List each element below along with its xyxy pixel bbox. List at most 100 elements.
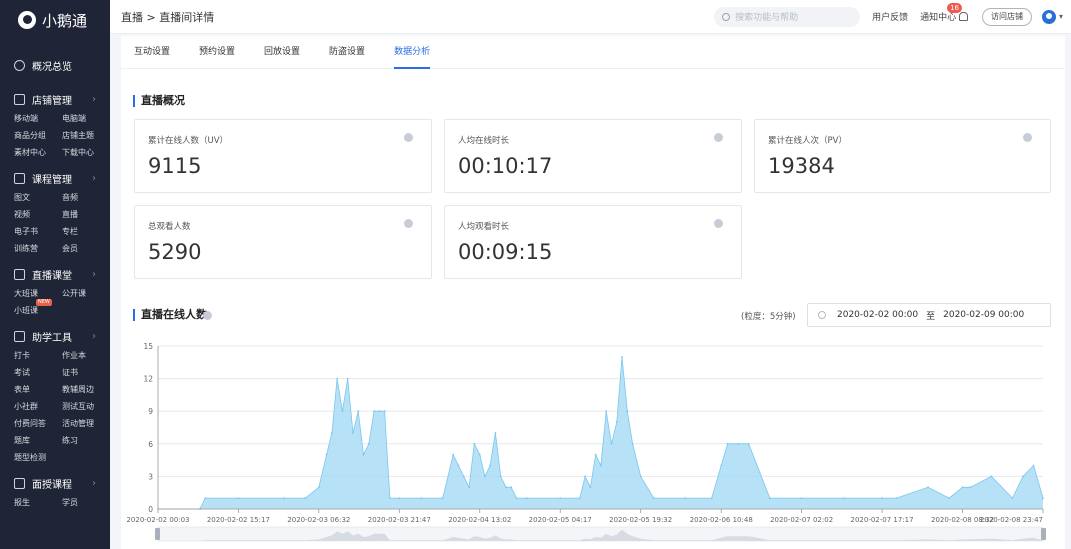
sidebar-item[interactable]: 音频 xyxy=(62,189,110,206)
data-point xyxy=(969,486,972,489)
sidebar-item[interactable]: 证书 xyxy=(62,364,110,381)
info-icon[interactable] xyxy=(404,133,413,142)
data-point xyxy=(961,486,964,489)
data-point xyxy=(352,432,354,434)
range-separator: 至 xyxy=(926,311,936,322)
sidebar-item[interactable]: 活动管理 xyxy=(62,415,110,432)
breadcrumb[interactable]: 直播 > 直播间详情 xyxy=(121,9,214,25)
sidebar-item[interactable]: 素材中心 xyxy=(14,144,62,161)
sidebar-item[interactable]: 作业本 xyxy=(62,347,110,364)
sidebar-section-0[interactable]: 店铺管理 › xyxy=(0,88,110,110)
data-point xyxy=(615,421,618,423)
tab-bar: 互动设置 预约设置 回放设置 防盗设置 数据分析 xyxy=(121,36,1065,69)
sidebar-section-4[interactable]: 面授课程 › xyxy=(0,472,110,494)
sidebar-item[interactable]: 会员 xyxy=(62,240,110,257)
sidebar-item[interactable]: 题库 xyxy=(14,432,62,449)
stat-label: 累计在线人次（PV） xyxy=(768,136,847,146)
sidebar-item[interactable]: 图文 xyxy=(14,189,62,206)
search-input[interactable]: 搜索功能与帮助 xyxy=(714,6,861,27)
feedback-link[interactable]: 用户反馈 xyxy=(872,10,908,23)
sidebar-item[interactable]: 公开课 xyxy=(62,285,110,302)
sidebar-item[interactable]: 店铺主题 xyxy=(62,127,110,144)
stat-label: 人均观看时长 xyxy=(458,222,510,232)
main-panel: 互动设置 预约设置 回放设置 防盗设置 数据分析 直播概况 累计在线人数（UV） 911… xyxy=(121,36,1065,549)
sidebar-section-1[interactable]: 课程管理 › xyxy=(0,167,110,189)
section-icon xyxy=(14,172,25,184)
data-point xyxy=(420,497,423,500)
tab-4[interactable]: 数据分析 xyxy=(394,36,431,69)
tab-3[interactable]: 防盗设置 xyxy=(329,36,365,68)
chevron-right-icon: › xyxy=(92,330,96,342)
app-logo[interactable]: 小鹅通 xyxy=(0,0,110,40)
sidebar-item-label: 概况总览 xyxy=(32,61,72,73)
x-tick-label: 2020-02-06 10:48 xyxy=(690,516,753,524)
section-icon xyxy=(14,268,25,280)
tab-0[interactable]: 互动设置 xyxy=(134,36,170,68)
date-range-picker[interactable]: 2020-02-02 00:00 至 2020-02-09 00:00 xyxy=(807,303,1051,327)
notification-center[interactable]: 通知中心 16 xyxy=(920,3,968,23)
data-point xyxy=(600,464,602,467)
info-icon[interactable] xyxy=(714,219,723,228)
sidebar-item[interactable]: 小社群 xyxy=(14,398,62,415)
sidebar-item[interactable]: 电脑端 xyxy=(62,110,110,127)
sidebar-item[interactable]: 报生 xyxy=(14,494,62,511)
chevron-down-icon[interactable]: ▾ xyxy=(1059,12,1063,21)
stat-value: 5290 xyxy=(148,240,202,264)
tab-2[interactable]: 回放设置 xyxy=(264,36,300,68)
sidebar-section-3[interactable]: 助学工具 › xyxy=(0,325,110,347)
info-icon[interactable] xyxy=(404,219,413,228)
data-point xyxy=(1022,475,1024,478)
data-point xyxy=(357,410,360,413)
sidebar-section-label: 助学工具 xyxy=(32,332,72,344)
data-point xyxy=(990,475,993,478)
visit-store-button[interactable]: 访问店铺 xyxy=(981,7,1032,26)
data-point xyxy=(367,442,370,445)
x-tick-label: 2020-02-03 06:32 xyxy=(287,516,350,524)
avatar[interactable] xyxy=(1041,9,1056,24)
sidebar-item[interactable]: 付费问答 xyxy=(14,415,62,432)
x-tick-label: 2020-02-08 23:47 xyxy=(980,516,1043,524)
info-icon[interactable] xyxy=(714,133,723,142)
x-tick-label: 2020-02-03 21:47 xyxy=(368,516,431,524)
data-point xyxy=(378,410,381,413)
data-point xyxy=(710,497,713,500)
search-placeholder: 搜索功能与帮助 xyxy=(735,13,799,23)
sidebar-item[interactable]: 打卡 xyxy=(14,347,62,364)
data-point xyxy=(362,453,365,456)
sidebar-item[interactable]: 直播 xyxy=(62,206,110,223)
range-start: 2020-02-02 00:00 xyxy=(837,310,919,320)
sidebar: 小鹅通 概况总览 店铺管理 › 移动端 电脑端 商品分组 店铺主题 素材中心 下载中心课程管理… xyxy=(0,0,110,549)
sidebar-item[interactable]: 视频 xyxy=(14,206,62,223)
sidebar-item-overview[interactable]: 概况总览 xyxy=(0,54,110,76)
info-icon[interactable] xyxy=(203,311,212,320)
range-end: 2020-02-09 00:00 xyxy=(943,310,1025,320)
sidebar-item[interactable]: 考试 xyxy=(14,364,62,381)
zoom-handle-left[interactable] xyxy=(155,528,160,540)
data-point xyxy=(927,486,929,489)
sidebar-item[interactable]: 学员 xyxy=(62,494,110,511)
sidebar-item[interactable]: 训练营 xyxy=(14,240,62,257)
tab-1[interactable]: 预约设置 xyxy=(199,36,235,68)
sidebar-item[interactable]: 表单 xyxy=(14,381,62,398)
sidebar-section-2[interactable]: 直播课堂 › xyxy=(0,263,110,285)
sidebar-item[interactable]: 测试互动 xyxy=(62,398,110,415)
data-point xyxy=(1042,497,1044,500)
sidebar-item[interactable]: 题型检测 xyxy=(14,449,62,466)
stat-value: 19384 xyxy=(768,154,835,178)
sidebar-item[interactable]: 练习 xyxy=(62,432,110,449)
logo-icon xyxy=(18,11,36,29)
sidebar-item[interactable]: 商品分组 xyxy=(14,127,62,144)
data-point xyxy=(621,355,623,358)
info-icon[interactable] xyxy=(1023,133,1032,142)
data-point xyxy=(494,432,497,434)
sidebar-item[interactable]: 移动端 xyxy=(14,110,62,127)
y-tick-label: 0 xyxy=(148,505,153,514)
sidebar-item[interactable]: 下载中心 xyxy=(62,144,110,161)
data-point xyxy=(478,453,481,456)
chevron-right-icon: › xyxy=(92,268,96,280)
sidebar-item[interactable]: 电子书 xyxy=(14,223,62,240)
zoom-handle-right[interactable] xyxy=(1041,528,1046,540)
sidebar-item[interactable]: 教辅周边 xyxy=(62,381,110,398)
data-point xyxy=(304,497,307,500)
sidebar-item[interactable]: 专栏 xyxy=(62,223,110,240)
